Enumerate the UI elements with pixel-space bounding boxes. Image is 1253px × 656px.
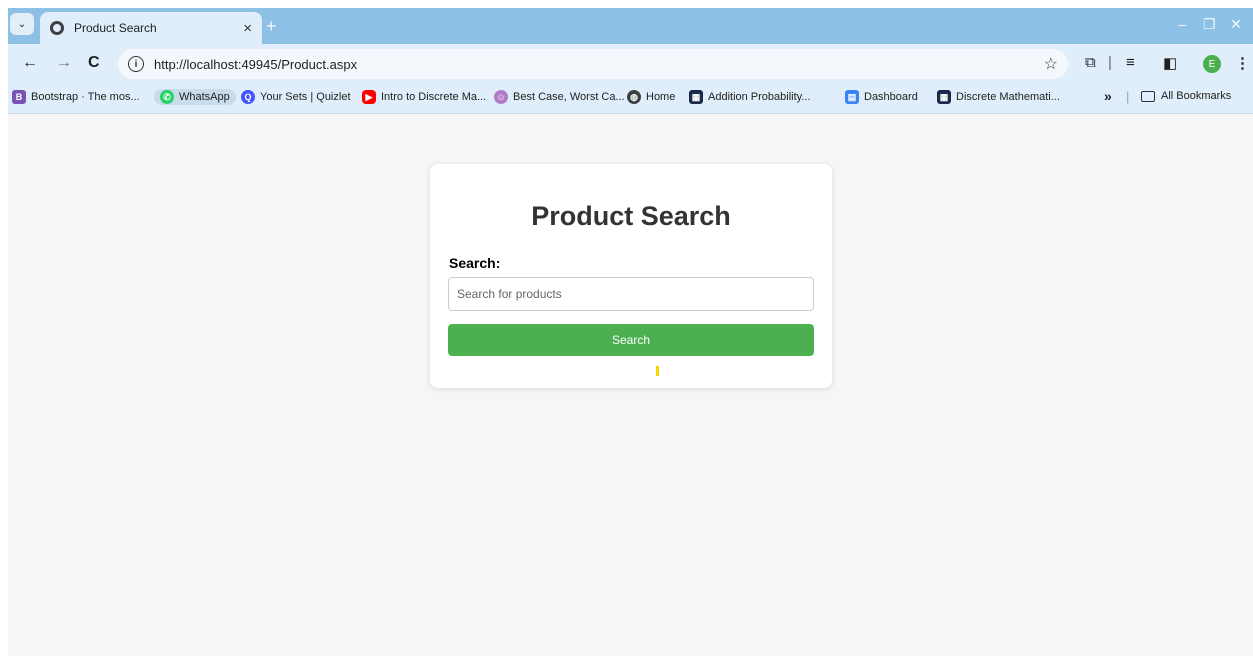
dashboard-icon: ▤ — [845, 90, 859, 104]
back-arrow-icon[interactable]: ← — [22, 54, 38, 72]
bookmark-quizlet[interactable]: Q Your Sets | Quizlet — [241, 90, 351, 104]
tab-close-icon[interactable]: × — [243, 20, 252, 37]
youtube-icon: ▶ — [362, 90, 376, 104]
text-cursor — [656, 366, 659, 376]
search-button[interactable]: Search — [448, 324, 814, 356]
divider: | — [1108, 54, 1112, 71]
bookmark-label: Bootstrap · The mos... — [31, 91, 140, 103]
menu-kebab-icon[interactable]: ⋮ — [1235, 54, 1250, 72]
quizlet-icon: Q — [241, 90, 255, 104]
all-bookmarks-label: All Bookmarks — [1161, 90, 1232, 102]
site-info-icon[interactable]: i — [128, 56, 144, 72]
all-bookmarks-button[interactable]: All Bookmarks — [1141, 90, 1231, 102]
bookmark-label: Addition Probability... — [708, 91, 811, 103]
reload-icon[interactable]: C — [88, 54, 100, 72]
bookmark-label: Discrete Mathemati... — [956, 91, 1060, 103]
forward-arrow-icon[interactable]: → — [56, 54, 72, 72]
bookmark-label: Your Sets | Quizlet — [260, 91, 351, 103]
tab-search-button[interactable]: ⌄ — [10, 13, 34, 35]
tab-title: Product Search — [74, 21, 157, 35]
bookmark-addition-probability[interactable]: ▦ Addition Probability... — [689, 90, 811, 104]
bookmark-label: WhatsApp — [179, 91, 230, 103]
globe-icon — [50, 21, 64, 35]
reading-list-icon[interactable]: ≡ — [1126, 54, 1135, 71]
search-input[interactable] — [448, 277, 814, 311]
close-window-button[interactable]: ✕ — [1230, 16, 1242, 33]
bookmarks-overflow-button[interactable]: » — [1104, 88, 1112, 104]
chevron-down-icon: ⌄ — [17, 18, 27, 30]
minimize-button[interactable]: – — [1178, 16, 1186, 32]
page-title: Product Search — [531, 201, 731, 231]
url-text: http://localhost:49945/Product.aspx — [154, 56, 358, 72]
bookmark-discrete-math[interactable]: ▦ Discrete Mathemati... — [937, 90, 1060, 104]
new-tab-button[interactable]: + — [266, 16, 277, 37]
page-content: Product Search Search: Search — [8, 114, 1253, 656]
calculator-icon: ▦ — [937, 90, 951, 104]
browser-window: ⌄ Product Search × + – ❐ ✕ ← → C i http:… — [8, 8, 1253, 656]
globe-icon: ◍ — [627, 90, 641, 104]
bookmark-star-icon[interactable]: ☆ — [1044, 54, 1058, 74]
calculator-icon: ▦ — [689, 90, 703, 104]
divider: | — [1126, 89, 1130, 104]
tab-strip: ⌄ Product Search × + – ❐ ✕ — [8, 8, 1253, 44]
address-bar[interactable]: i http://localhost:49945/Product.aspx ☆ — [118, 49, 1068, 79]
whatsapp-icon: ✆ — [160, 90, 174, 104]
bookmark-whatsapp[interactable]: ✆ WhatsApp — [154, 89, 236, 105]
search-card: Product Search Search: Search — [430, 164, 832, 388]
bookmark-intro-discrete[interactable]: ▶ Intro to Discrete Ma... — [362, 90, 486, 104]
bookmark-bootstrap[interactable]: B Bootstrap · The mos... — [12, 90, 140, 104]
tab-product-search[interactable]: Product Search × — [40, 12, 262, 44]
bookmark-label: Dashboard — [864, 91, 918, 103]
bootstrap-icon: B — [12, 90, 26, 104]
avatar-icon: ☺ — [494, 90, 508, 104]
restore-button[interactable]: ❐ — [1203, 16, 1216, 33]
side-panel-icon[interactable]: ◧ — [1163, 54, 1177, 72]
profile-avatar[interactable]: E — [1203, 55, 1221, 73]
search-label: Search: — [449, 255, 501, 271]
bookmark-label: Best Case, Worst Ca... — [513, 91, 625, 103]
browser-toolbar: ← → C i http://localhost:49945/Product.a… — [8, 44, 1253, 84]
extensions-icon[interactable]: ⧉ — [1085, 54, 1096, 71]
bookmark-dashboard[interactable]: ▤ Dashboard — [845, 90, 918, 104]
bookmark-home[interactable]: ◍ Home — [627, 90, 675, 104]
bookmark-label: Home — [646, 91, 676, 103]
bookmarks-bar: B Bootstrap · The mos... ✆ WhatsApp Q Yo… — [8, 84, 1253, 114]
bookmark-best-case[interactable]: ☺ Best Case, Worst Ca... — [494, 90, 625, 104]
bookmark-label: Intro to Discrete Ma... — [381, 91, 487, 103]
folder-icon — [1141, 90, 1155, 102]
